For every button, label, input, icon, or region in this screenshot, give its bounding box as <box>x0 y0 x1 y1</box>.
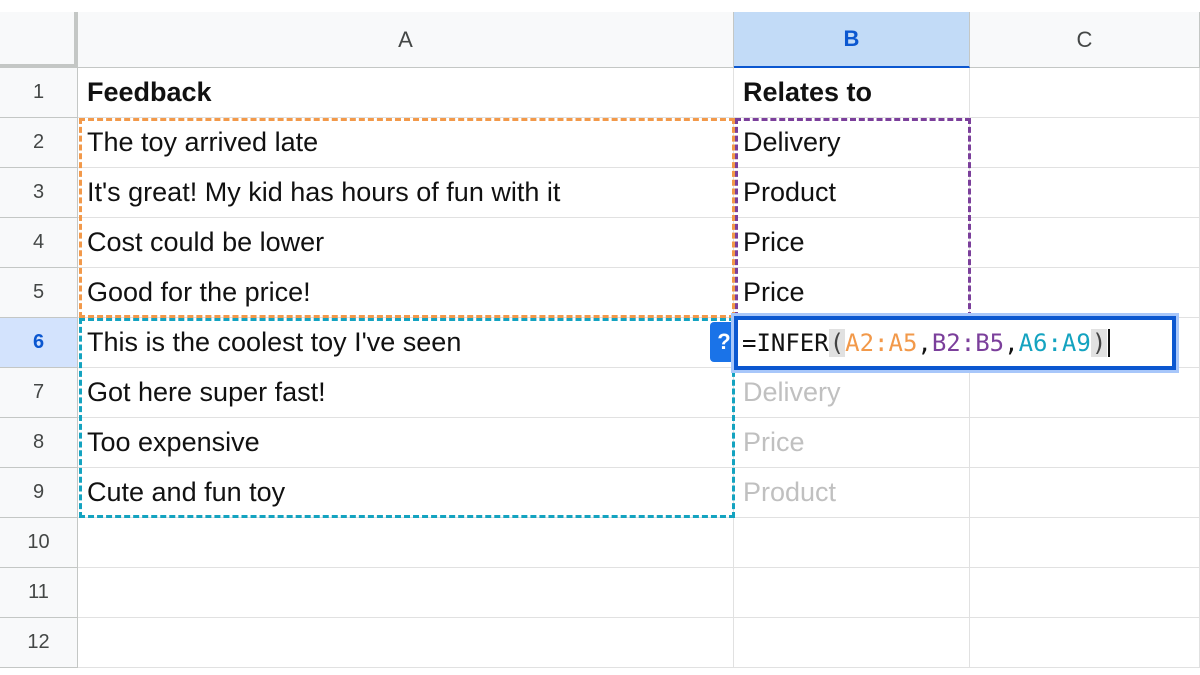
cell-c7[interactable] <box>970 368 1200 418</box>
cell-a2[interactable]: The toy arrived late <box>78 118 734 168</box>
cell-b5[interactable]: Price <box>734 268 970 318</box>
cell-a8[interactable]: Too expensive <box>78 418 734 468</box>
row-header-5[interactable]: 5 <box>0 268 78 318</box>
row-header-3[interactable]: 3 <box>0 168 78 218</box>
cell-b9-suggestion[interactable]: Product <box>734 468 970 518</box>
cell-a3[interactable]: It's great! My kid has hours of fun with… <box>78 168 734 218</box>
formula-close-paren: ) <box>1090 329 1108 357</box>
cell-formula-editor[interactable]: = INFER(A2:A5, B2:B5, A6:A9) <box>734 316 1176 370</box>
cell-a1[interactable]: Feedback <box>78 68 734 118</box>
cell-b7-suggestion[interactable]: Delivery <box>734 368 970 418</box>
row-header-12[interactable]: 12 <box>0 618 78 668</box>
cell-a10[interactable] <box>78 518 734 568</box>
row-header-8[interactable]: 8 <box>0 418 78 468</box>
cell-b2[interactable]: Delivery <box>734 118 970 168</box>
row-header-9[interactable]: 9 <box>0 468 78 518</box>
column-header-a[interactable]: A <box>78 12 734 68</box>
row-header-1[interactable]: 1 <box>0 68 78 118</box>
formula-comma: , <box>1004 329 1019 357</box>
cell-b11[interactable] <box>734 568 970 618</box>
cell-a6[interactable]: This is the coolest toy I've seen <box>78 318 734 368</box>
select-all-corner[interactable] <box>0 12 78 68</box>
cell-a4[interactable]: Cost could be lower <box>78 218 734 268</box>
cell-a11[interactable] <box>78 568 734 618</box>
spreadsheet-grid: A B C 1 2 3 4 5 6 7 8 9 10 11 12 Feedbac… <box>0 0 1200 675</box>
row-header-4[interactable]: 4 <box>0 218 78 268</box>
text-cursor <box>1108 329 1111 357</box>
row-header-10[interactable]: 10 <box>0 518 78 568</box>
cell-a7[interactable]: Got here super fast! <box>78 368 734 418</box>
cell-c9[interactable] <box>970 468 1200 518</box>
cell-c10[interactable] <box>970 518 1200 568</box>
cell-a5[interactable]: Good for the price! <box>78 268 734 318</box>
row-header-7[interactable]: 7 <box>0 368 78 418</box>
cell-c12[interactable] <box>970 618 1200 668</box>
formula-equals: = <box>742 329 757 357</box>
cell-b3[interactable]: Product <box>734 168 970 218</box>
cell-a9[interactable]: Cute and fun toy <box>78 468 734 518</box>
cell-c11[interactable] <box>970 568 1200 618</box>
cell-c4[interactable] <box>970 218 1200 268</box>
formula-open-paren: ( <box>828 329 846 357</box>
cell-c5[interactable] <box>970 268 1200 318</box>
cell-b8-suggestion[interactable]: Price <box>734 418 970 468</box>
column-header-c[interactable]: C <box>970 12 1200 68</box>
formula-arg-training-output: B2:B5 <box>931 329 1005 357</box>
cell-b1[interactable]: Relates to <box>734 68 970 118</box>
formula-function-name: INFER <box>756 329 829 357</box>
formula-comma: , <box>917 329 932 357</box>
row-header-2[interactable]: 2 <box>0 118 78 168</box>
cell-b12[interactable] <box>734 618 970 668</box>
row-header-11[interactable]: 11 <box>0 568 78 618</box>
cell-c3[interactable] <box>970 168 1200 218</box>
formula-arg-target-input: A6:A9 <box>1018 329 1091 357</box>
row-header-6[interactable]: 6 <box>0 318 78 368</box>
formula-arg-training-input: A2:A5 <box>845 329 918 357</box>
cell-c1[interactable] <box>970 68 1200 118</box>
cell-c8[interactable] <box>970 418 1200 468</box>
cell-a12[interactable] <box>78 618 734 668</box>
column-header-b[interactable]: B <box>734 12 970 68</box>
cell-b4[interactable]: Price <box>734 218 970 268</box>
cell-b10[interactable] <box>734 518 970 568</box>
cell-c2[interactable] <box>970 118 1200 168</box>
